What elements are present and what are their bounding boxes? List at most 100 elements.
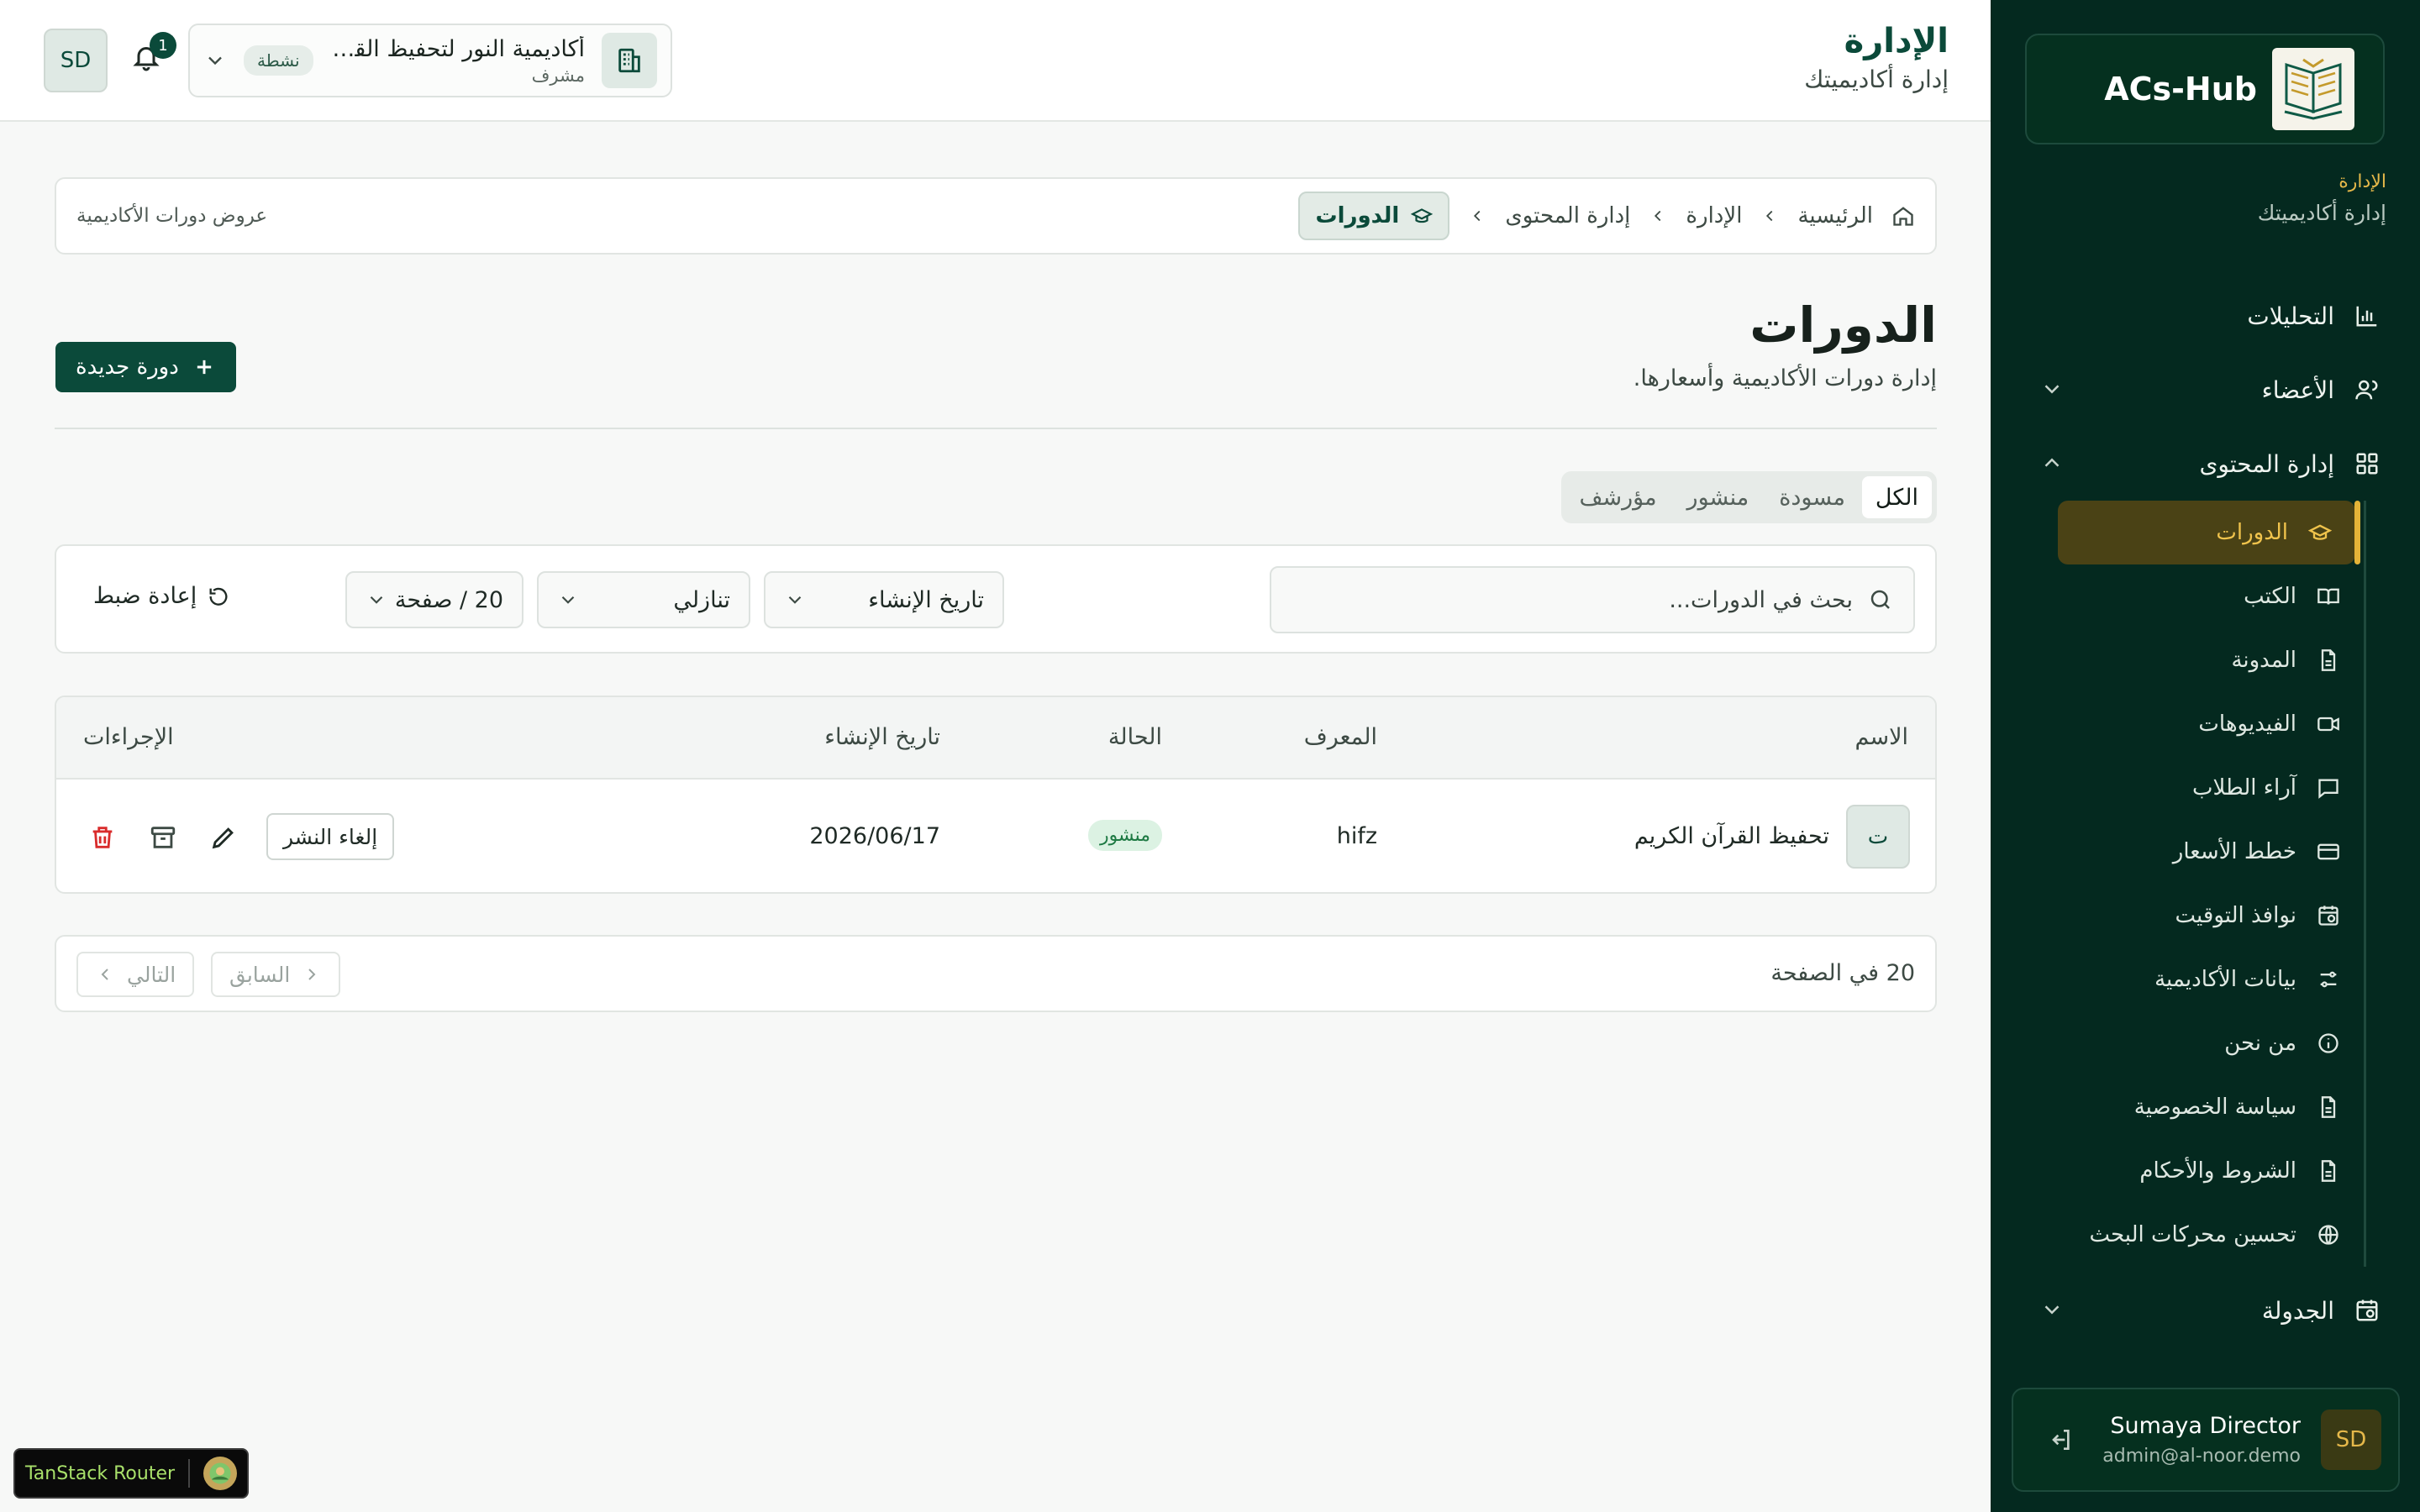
avatar[interactable]: SD xyxy=(44,29,108,92)
course-avatar: ت xyxy=(1846,805,1910,869)
chevron-right-icon xyxy=(308,969,316,980)
chevron-left-icon xyxy=(1474,210,1481,222)
avatar: SD xyxy=(2321,1410,2381,1470)
logout-button[interactable] xyxy=(2047,1426,2074,1453)
bar-chart-icon xyxy=(2356,306,2377,327)
rotate-icon xyxy=(209,587,228,606)
sort-order-select[interactable]: تنازلي xyxy=(537,571,750,628)
sort-field-value: تاريخ الإنشاء xyxy=(868,586,984,613)
sidebar-item-books[interactable]: الكتب xyxy=(2058,564,2364,628)
brand[interactable]: ACs-Hub xyxy=(2025,34,2385,144)
graduation-cap-icon xyxy=(1411,208,1434,223)
sort-order-value: تنازلي xyxy=(673,586,730,613)
building-icon xyxy=(602,33,657,88)
chevron-down-icon xyxy=(2044,385,2060,394)
new-course-button[interactable]: دورة جديدة xyxy=(55,342,236,392)
file-text-icon xyxy=(2321,1160,2336,1182)
breadcrumb-admin[interactable]: الإدارة xyxy=(1686,203,1742,228)
page-size-value: 20 / صفحة xyxy=(394,586,503,613)
user-info: Sumaya Director admin@al-noor.demo xyxy=(2102,1413,2301,1467)
status-badge: منشور xyxy=(1087,820,1162,851)
sidebar-item-label: التحليلات xyxy=(2247,302,2334,330)
sidebar-item-label: الكتب xyxy=(2244,584,2296,609)
status-tabs: الكل مسودة منشور مؤرشف xyxy=(1560,471,1937,523)
tab-draft[interactable]: مسودة xyxy=(1765,476,1859,518)
reset-button[interactable]: إعادة ضبط xyxy=(93,583,230,609)
sidebar-item-content[interactable]: إدارة المحتوى xyxy=(1991,427,2420,501)
quran-logo-icon xyxy=(2284,58,2343,120)
breadcrumb-current: الدورات xyxy=(1298,192,1450,240)
next-page-label: التالي xyxy=(127,962,176,987)
academy-switcher[interactable]: أكاديمية النور لتحفيظ القرآن الكريم مشرف… xyxy=(188,24,672,97)
main-content: الرئيسية الإدارة إدارة المحتوى الدورات ع… xyxy=(0,122,1991,1512)
header-heading: الإدارة xyxy=(1844,22,1949,60)
breadcrumb-current-label: الدورات xyxy=(1315,203,1400,228)
graduation-cap-icon xyxy=(2308,524,2332,540)
home-icon xyxy=(1893,207,1913,226)
edit-button[interactable] xyxy=(209,823,238,852)
sidebar-item-blog[interactable]: المدونة xyxy=(2058,628,2364,692)
breadcrumb-home[interactable]: الرئيسية xyxy=(1797,203,1873,228)
brand-logo xyxy=(2272,48,2354,130)
sidebar-context-subtitle: إدارة أكاديميتك xyxy=(2257,201,2386,225)
chevron-left-icon xyxy=(101,969,108,980)
next-page-button[interactable]: التالي xyxy=(76,952,195,997)
divider xyxy=(55,428,1937,429)
globe-icon xyxy=(2318,1225,2338,1245)
active-indicator xyxy=(2354,501,2360,564)
tab-published[interactable]: منشور xyxy=(1674,476,1763,518)
message-icon xyxy=(2318,779,2338,799)
prev-page-button[interactable]: السابق xyxy=(211,952,341,997)
sidebar-item-label: بيانات الأكاديمية xyxy=(2154,967,2296,992)
page-size-select[interactable]: 20 / صفحة xyxy=(345,571,523,628)
breadcrumb-content[interactable]: إدارة المحتوى xyxy=(1505,203,1630,228)
devtools-label: TanStack Router xyxy=(25,1462,176,1484)
search-input[interactable]: بحث في الدورات... xyxy=(1270,566,1915,633)
sidebar-item-members[interactable]: الأعضاء xyxy=(1991,353,2420,427)
sidebar-item-label: نوافذ التوقيت xyxy=(2175,903,2296,928)
tab-archived[interactable]: مؤرشف xyxy=(1566,476,1670,518)
sidebar-item-label: الجدولة xyxy=(2261,1296,2334,1325)
sidebar-item-scheduling[interactable]: الجدولة xyxy=(1991,1273,2420,1347)
sidebar-item-time-windows[interactable]: نوافذ التوقيت xyxy=(2058,884,2364,948)
sidebar-item-videos[interactable]: الفيديوهات xyxy=(2058,692,2364,756)
sidebar-item-about[interactable]: من نحن xyxy=(2058,1011,2364,1075)
course-name[interactable]: تحفيظ القرآن الكريم xyxy=(1634,823,1829,849)
table-header: الاسم المعرف الحالة تاريخ الإنشاء الإجرا… xyxy=(56,697,1935,780)
column-header-status: الحالة xyxy=(1107,724,1162,750)
archive-button[interactable] xyxy=(149,823,177,852)
pagination: 20 في الصفحة السابق التالي xyxy=(55,935,1937,1012)
unpublish-button[interactable]: إلغاء النشر xyxy=(266,813,395,860)
sidebar-item-testimonials[interactable]: آراء الطلاب xyxy=(2058,756,2364,820)
sidebar-item-label: الدورات xyxy=(2216,520,2288,545)
sidebar-item-label: الشروط والأحكام xyxy=(2139,1158,2296,1184)
brand-name: ACs-Hub xyxy=(2104,71,2257,108)
logout-icon xyxy=(2052,1430,2070,1450)
sidebar-item-privacy[interactable]: سياسة الخصوصية xyxy=(2058,1075,2364,1139)
chevron-down-icon xyxy=(561,596,575,604)
per-page-label: 20 في الصفحة xyxy=(1770,960,1915,986)
user-email: admin@al-noor.demo xyxy=(2102,1446,2301,1467)
sort-field-select[interactable]: تاريخ الإنشاء xyxy=(764,571,1004,628)
sidebar-item-academy-data[interactable]: بيانات الأكاديمية xyxy=(2058,948,2364,1011)
top-header: الإدارة إدارة أكاديميتك أكاديمية النور ل… xyxy=(0,0,1991,122)
chevron-left-icon xyxy=(1766,210,1773,222)
sidebar-item-pricing[interactable]: خطط الأسعار xyxy=(2058,820,2364,884)
breadcrumb: الرئيسية الإدارة إدارة المحتوى الدورات xyxy=(1298,192,1915,240)
router-devtools-toggle[interactable]: TanStack Router xyxy=(13,1448,250,1499)
archive-icon xyxy=(150,827,176,848)
divider xyxy=(188,1459,191,1488)
sidebar-item-terms[interactable]: الشروط والأحكام xyxy=(2058,1139,2364,1203)
grid-icon xyxy=(2356,453,2378,475)
tab-all[interactable]: الكل xyxy=(1861,476,1932,518)
search-placeholder: بحث في الدورات... xyxy=(1669,586,1853,613)
delete-button[interactable] xyxy=(88,823,117,852)
chevron-down-icon xyxy=(208,56,222,66)
sidebar-item-seo[interactable]: تحسين محركات البحث xyxy=(2058,1203,2364,1267)
sidebar-item-courses[interactable]: الدورات xyxy=(2058,501,2360,564)
sidebar-item-analytics[interactable]: التحليلات xyxy=(1991,279,2420,353)
user-card[interactable]: SD Sumaya Director admin@al-noor.demo xyxy=(2012,1388,2400,1492)
course-slug: hifz xyxy=(1336,823,1377,849)
column-header-slug: المعرف xyxy=(1303,724,1377,750)
table-row[interactable]: ت تحفيظ القرآن الكريم hifz منشور 2026/06… xyxy=(56,780,1935,892)
